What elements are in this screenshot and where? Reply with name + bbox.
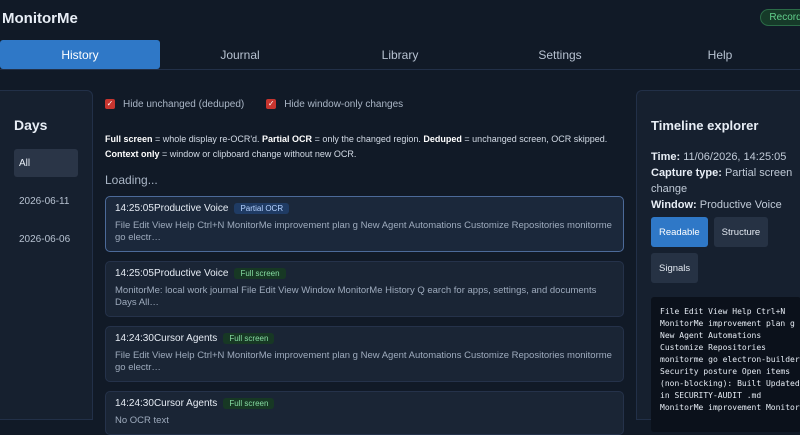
legend-full-text: = whole display re-OCR'd. [152,134,263,144]
meta-window: Window: Productive Voice [651,197,800,213]
entry-ocr-text: File Edit View Help Ctrl+N MonitorMe imp… [115,220,612,243]
entry-header: 14:25:05 Productive Voice Partial OCR [115,203,614,214]
entry-ocr-text: No OCR text [115,415,169,426]
entry-app: Productive Voice [153,268,229,279]
ocr-text-panel[interactable]: File Edit View Help Ctrl+N MonitorMe imp… [651,297,800,432]
meta-capture-label: Capture type: [651,167,722,179]
timeline-explorer: Timeline explorer Time: 11/06/2026, 14:2… [636,90,800,432]
history-center: ✓ Hide unchanged (deduped) ✓ Hide window… [105,90,627,435]
app-title: MonitorMe [2,9,78,27]
entry-header: 14:24:30 Cursor Agents Full screen [115,333,614,344]
day-item-all[interactable]: All [14,149,78,177]
legend-deduped-text: = unchanged screen, OCR skipped. [461,134,608,144]
meta-time: Time: 11/06/2026, 14:25:05 [651,149,800,165]
legend-context-label: Context only [105,149,160,159]
entry-header: 14:24:30 Cursor Agents Full screen [115,398,614,409]
meta-capture: Capture type: Partial screen change [651,165,800,197]
hide-unchanged-filter[interactable]: ✓ Hide unchanged (deduped) [105,99,244,110]
filter-bar: ✓ Hide unchanged (deduped) ✓ Hide window… [105,90,627,118]
meta-time-value: 11/06/2026, 14:25:05 [680,151,787,163]
capture-legend: Full screen = whole display re-OCR'd. Pa… [105,132,623,162]
legend-partial-label: Partial OCR [262,134,313,144]
signals-button[interactable]: Signals [651,253,699,283]
capture-badge: Full screen [223,333,275,344]
recording-badge: Recording [760,9,800,26]
tab-history[interactable]: History [0,40,160,69]
history-entry[interactable]: 14:24:30 Cursor Agents Full screen No OC… [105,391,624,435]
view-mode-buttons: Readable Structure Signals [651,217,800,283]
main-tabs: History Journal Library Settings Help [0,40,800,70]
capture-badge: Full screen [223,398,275,409]
readable-button[interactable]: Readable [651,217,708,247]
legend-partial-text: = only the changed region. [312,134,424,144]
days-panel: Days All 2026-06-11 2026-06-06 [0,90,93,420]
entry-app: Cursor Agents [153,333,218,344]
capture-badge: Partial OCR [234,203,290,214]
top-bar: MonitorMe Recording [0,0,800,36]
tab-help[interactable]: Help [640,40,800,69]
hide-window-only-checkbox[interactable]: ✓ [266,99,277,109]
legend-context-text: = window or clipboard change without new… [159,149,357,159]
hide-window-only-filter[interactable]: ✓ Hide window-only changes [266,99,403,110]
entry-ocr-text: File Edit View Help Ctrl+N MonitorMe imp… [115,350,612,373]
hide-unchanged-label: Hide unchanged (deduped) [123,98,245,110]
tab-journal[interactable]: Journal [160,40,320,69]
structure-button[interactable]: Structure [713,217,769,247]
entry-time: 14:24:30 [115,333,154,344]
meta-time-label: Time: [651,151,681,163]
entry-ocr-text: MonitorMe: local work journal File Edit … [115,285,597,308]
day-item-2026-06-06[interactable]: 2026-06-06 [14,225,78,253]
hide-window-only-label: Hide window-only changes [284,98,404,110]
entry-time: 14:25:05 [115,203,154,214]
history-entry[interactable]: 14:25:05 Productive Voice Full screen Mo… [105,261,624,317]
explorer-meta: Time: 11/06/2026, 14:25:05 Capture type:… [651,149,800,213]
day-list: All 2026-06-11 2026-06-06 [0,149,92,253]
entry-app: Productive Voice [153,203,229,214]
day-item-2026-06-11[interactable]: 2026-06-11 [14,187,78,215]
explorer-title: Timeline explorer [651,118,759,133]
capture-badge: Full screen [234,268,286,279]
tab-library[interactable]: Library [320,40,480,69]
loading-text: Loading... [105,173,158,187]
tab-settings[interactable]: Settings [480,40,640,69]
history-entry[interactable]: 14:25:05 Productive Voice Partial OCR Fi… [105,196,624,252]
legend-full-label: Full screen [105,134,153,144]
entry-time: 14:25:05 [115,268,154,279]
hide-unchanged-checkbox[interactable]: ✓ [105,99,115,109]
entry-app: Cursor Agents [153,398,218,409]
meta-window-value: Productive Voice [696,199,782,211]
meta-window-label: Window: [651,199,697,211]
entry-header: 14:25:05 Productive Voice Full screen [115,268,614,279]
entry-time: 14:24:30 [115,398,154,409]
legend-deduped-label: Deduped [423,134,462,144]
days-title: Days [14,117,48,133]
history-entry[interactable]: 14:24:30 Cursor Agents Full screen File … [105,326,624,382]
